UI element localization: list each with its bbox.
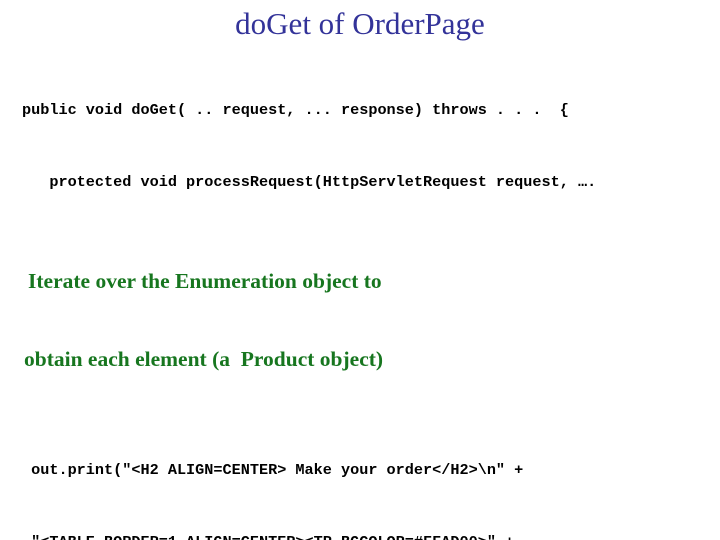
annotation-line-2: obtain each element (a Product object)	[24, 347, 384, 371]
code-line: protected void processRequest(HttpServle…	[22, 173, 597, 191]
code-line: public void doGet( .. request, ... respo…	[22, 101, 569, 119]
page-title: doGet of OrderPage	[235, 6, 485, 41]
annotation-line-1: Iterate over the Enumeration object to	[28, 269, 382, 293]
code-line: out.print("<H2 ALIGN=CENTER> Make your o…	[22, 461, 524, 479]
annotation-callout: Iterate over the Enumeration object to o…	[22, 216, 442, 424]
code-line: "<TABLE BORDER=1 ALIGN=CENTER><TR BGCOLO…	[0, 530, 720, 540]
slide-canvas: doGet of OrderPage public void doGet( ..…	[0, 0, 720, 540]
